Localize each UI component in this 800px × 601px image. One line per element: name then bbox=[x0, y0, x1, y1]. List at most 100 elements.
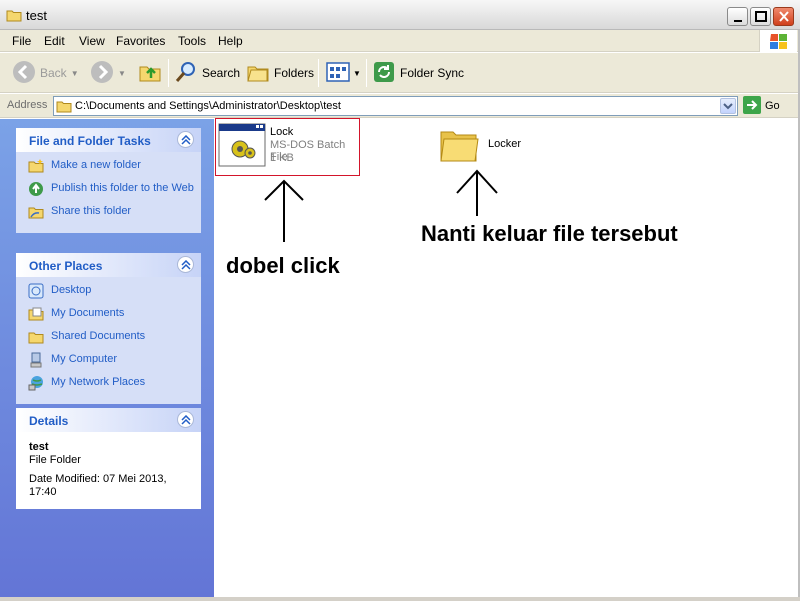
menu-tools[interactable]: Tools bbox=[178, 34, 206, 48]
place-desktop[interactable]: Desktop bbox=[16, 283, 201, 304]
file-size: 1 KB bbox=[270, 152, 294, 164]
annotation-result: Nanti keluar file tersebut bbox=[421, 221, 678, 246]
details-type: File Folder bbox=[29, 454, 81, 466]
close-button[interactable] bbox=[773, 7, 794, 26]
search-label: Search bbox=[202, 66, 241, 80]
new-folder-icon bbox=[28, 158, 44, 178]
task-label: Publish this folder to the Web bbox=[51, 182, 194, 194]
address-bar: Address C:\Documents and Settings\Admini… bbox=[0, 94, 800, 118]
panel-header[interactable]: Other Places bbox=[16, 253, 201, 277]
toolbar: Back ▼ ▼ Search Folders ▼ Folder Sync bbox=[0, 53, 800, 93]
address-label: Address bbox=[7, 99, 48, 111]
folder-icon bbox=[56, 99, 72, 116]
desktop-icon bbox=[28, 283, 44, 303]
task-share-folder[interactable]: Share this folder bbox=[16, 205, 201, 225]
back-button[interactable]: Back ▼ bbox=[12, 59, 79, 87]
windows-logo-icon bbox=[759, 30, 797, 52]
folder-sync-icon bbox=[372, 60, 396, 87]
menu-file[interactable]: File bbox=[12, 34, 31, 48]
folder-icon bbox=[6, 8, 22, 25]
address-dropdown-button[interactable] bbox=[720, 98, 736, 114]
other-places-panel: Other Places Desktop My Documents Shared… bbox=[16, 253, 201, 404]
menu-help[interactable]: Help bbox=[218, 34, 243, 48]
forward-arrow-icon bbox=[90, 60, 114, 87]
folders-label: Folders bbox=[274, 66, 315, 80]
place-label: My Network Places bbox=[51, 376, 146, 388]
up-folder-button[interactable] bbox=[138, 59, 162, 87]
address-input[interactable]: C:\Documents and Settings\Administrator\… bbox=[53, 96, 738, 116]
batch-file-icon bbox=[218, 123, 266, 170]
title-bar: test bbox=[0, 0, 800, 30]
chevron-down-icon: ▼ bbox=[70, 68, 79, 78]
forward-button[interactable]: ▼ bbox=[90, 59, 126, 87]
file-item-lock[interactable]: Lock MS-DOS Batch File 1 KB bbox=[218, 123, 358, 173]
back-arrow-icon bbox=[12, 60, 36, 87]
task-label: Share this folder bbox=[51, 205, 132, 217]
folder-icon bbox=[438, 124, 480, 169]
collapse-icon[interactable] bbox=[177, 131, 194, 148]
collapse-icon[interactable] bbox=[177, 256, 194, 273]
address-path: C:\Documents and Settings\Administrator\… bbox=[75, 100, 341, 112]
search-button[interactable]: Search bbox=[174, 59, 240, 87]
place-my-computer[interactable]: My Computer bbox=[16, 352, 201, 373]
folders-button[interactable]: Folders bbox=[246, 59, 314, 87]
annotation-arrow-left bbox=[264, 179, 304, 242]
task-publish-folder[interactable]: Publish this folder to the Web bbox=[16, 182, 201, 202]
window-title: test bbox=[26, 8, 47, 23]
details-modified: Date Modified: 07 Mei 2013, 17:40 bbox=[29, 473, 167, 498]
annotation-double-click: dobel click bbox=[226, 253, 340, 278]
go-label: Go bbox=[765, 100, 780, 112]
place-label: Desktop bbox=[51, 284, 92, 296]
toolbar-separator bbox=[318, 59, 319, 87]
menu-edit[interactable]: Edit bbox=[44, 34, 65, 48]
menu-bar: File Edit View Favorites Tools Help bbox=[0, 30, 800, 52]
up-folder-icon bbox=[138, 60, 162, 87]
file-folder-tasks-panel: File and Folder Tasks Make a new folder … bbox=[16, 128, 201, 233]
shared-documents-icon bbox=[28, 329, 44, 349]
chevron-down-icon: ▼ bbox=[353, 68, 361, 78]
toolbar-separator bbox=[168, 59, 169, 87]
views-icon bbox=[326, 61, 352, 86]
panel-title: Other Places bbox=[29, 259, 103, 273]
task-pane: File and Folder Tasks Make a new folder … bbox=[0, 119, 214, 597]
folders-icon bbox=[246, 60, 270, 87]
toolbar-separator bbox=[366, 59, 367, 87]
go-arrow-icon bbox=[743, 95, 761, 117]
panel-header[interactable]: Details bbox=[16, 408, 201, 432]
publish-web-icon bbox=[28, 181, 44, 201]
annotation-arrow-right bbox=[456, 169, 498, 216]
file-name: Locker bbox=[488, 138, 522, 150]
panel-title: Details bbox=[29, 414, 69, 428]
my-computer-icon bbox=[28, 352, 44, 372]
place-shared-documents[interactable]: Shared Documents bbox=[16, 330, 201, 350]
place-label: My Computer bbox=[51, 353, 118, 365]
collapse-icon[interactable] bbox=[177, 411, 194, 428]
search-icon bbox=[174, 60, 198, 87]
folder-sync-button[interactable]: Folder Sync bbox=[372, 59, 464, 87]
maximize-button[interactable] bbox=[750, 7, 771, 26]
network-places-icon bbox=[28, 375, 44, 395]
panel-title: File and Folder Tasks bbox=[29, 134, 151, 148]
place-network-places[interactable]: My Network Places bbox=[16, 376, 201, 396]
window-frame bbox=[0, 597, 800, 601]
file-item-locker[interactable]: Locker bbox=[438, 124, 528, 168]
details-name: test bbox=[29, 441, 49, 453]
share-folder-icon bbox=[28, 204, 44, 224]
task-make-new-folder[interactable]: Make a new folder bbox=[16, 159, 201, 179]
place-my-documents[interactable]: My Documents bbox=[16, 307, 201, 327]
details-panel: Details test File Folder Date Modified: … bbox=[16, 408, 201, 509]
place-label: My Documents bbox=[51, 307, 125, 319]
views-button[interactable]: ▼ bbox=[326, 59, 361, 87]
task-label: Make a new folder bbox=[51, 159, 141, 171]
folder-sync-label: Folder Sync bbox=[400, 66, 465, 80]
go-button[interactable]: Go bbox=[743, 95, 780, 117]
file-name: Lock bbox=[270, 126, 294, 138]
chevron-down-icon: ▼ bbox=[118, 68, 126, 78]
my-documents-icon bbox=[28, 306, 44, 326]
back-label: Back bbox=[40, 66, 67, 80]
menu-view[interactable]: View bbox=[79, 34, 105, 48]
minimize-button[interactable] bbox=[727, 7, 748, 26]
place-label: Shared Documents bbox=[51, 330, 146, 342]
menu-favorites[interactable]: Favorites bbox=[116, 34, 165, 48]
panel-header[interactable]: File and Folder Tasks bbox=[16, 128, 201, 152]
